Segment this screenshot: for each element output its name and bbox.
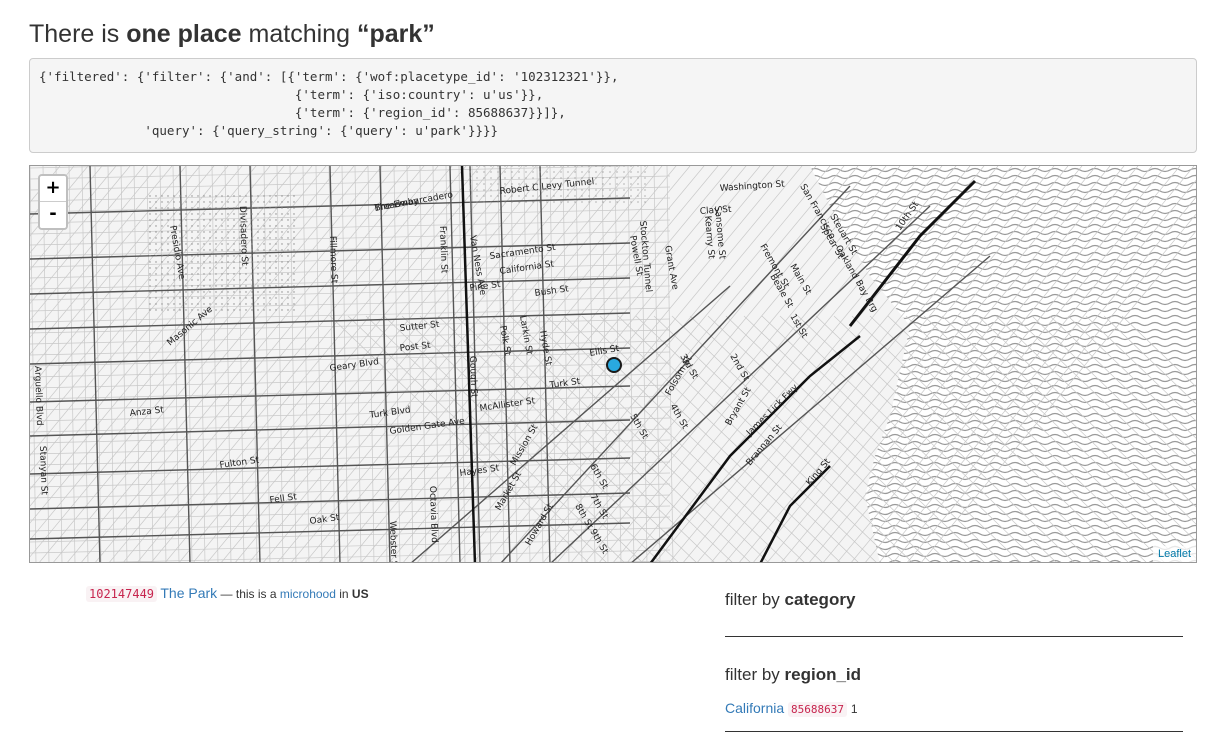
divider	[725, 636, 1183, 637]
facet-prefix: filter by	[725, 665, 785, 684]
map[interactable]: Broadway Robert C Levy Tunnel Washington S…	[29, 165, 1197, 563]
place-marker	[606, 357, 622, 373]
title-prefix: There is	[29, 20, 127, 48]
title-middle: matching	[241, 20, 357, 48]
result-dash: — this is a	[217, 587, 280, 601]
result-list-item: 102147449 The Park — this is a microhood…	[86, 584, 369, 603]
street-label: Octavia Blvd	[427, 486, 439, 543]
street-label: Divisadero St	[237, 206, 249, 267]
divider	[725, 731, 1183, 732]
street-label: Franklin St	[437, 226, 449, 274]
facet-field: region_id	[784, 665, 862, 684]
zoom-out-button[interactable]: -	[40, 202, 66, 228]
zoom-control: + -	[38, 174, 68, 230]
facet-field: category	[784, 590, 856, 609]
result-id: 102147449	[86, 586, 158, 602]
query-dsl-block: {'filtered': {'filter': {'and': [{'term'…	[29, 58, 1197, 153]
zoom-in-button[interactable]: +	[40, 176, 66, 202]
result-country: US	[351, 587, 369, 601]
street-label: Webster St	[387, 521, 399, 563]
title-count: one place	[126, 20, 242, 48]
page-title: There is one place matching “park”	[29, 18, 435, 50]
region-facet-count: 1	[850, 702, 858, 716]
facet-title-region: filter by region_id	[725, 664, 861, 686]
street-label: Stanyan St	[37, 446, 49, 496]
title-query: “park”	[356, 20, 435, 48]
result-in: in	[335, 587, 352, 601]
map-tiles[interactable]: BroadwayRobert C Levy Tunnel Washington S…	[30, 166, 1197, 563]
region-facet-item: California 85688637 1	[725, 699, 858, 719]
facet-title-category: filter by category	[725, 589, 855, 611]
result-name-link[interactable]: The Park	[160, 585, 217, 601]
facet-prefix: filter by	[725, 590, 785, 609]
region-facet-id: 85688637	[788, 702, 848, 717]
street-label: Arguello Blvd	[32, 366, 44, 426]
street-label: Fillmore St	[327, 236, 339, 284]
leaflet-attribution-link[interactable]: Leaflet	[1152, 546, 1196, 562]
placetype-link[interactable]: microhood	[280, 587, 336, 601]
street-label: Gough St	[467, 356, 478, 398]
region-facet-link[interactable]: California	[725, 700, 784, 716]
